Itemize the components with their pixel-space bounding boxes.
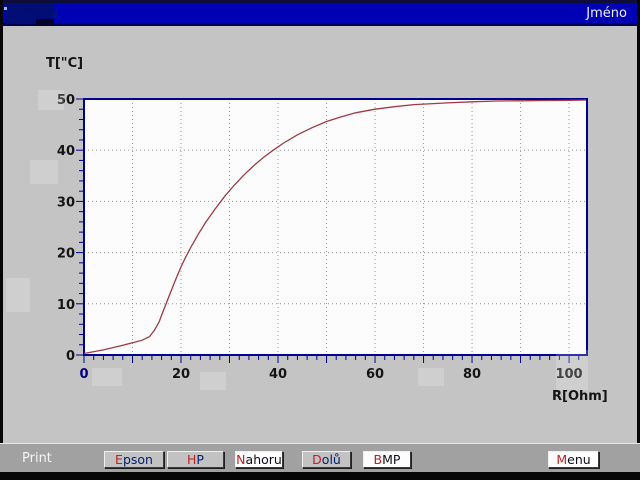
y-axis-title: T["C] <box>46 56 83 71</box>
ghost-artifact <box>38 90 64 110</box>
screen-border-left <box>0 0 3 480</box>
y-tick-label: 10 <box>57 298 75 313</box>
plot-area <box>84 99 587 355</box>
ghost-artifact <box>6 278 30 312</box>
titlebar-logo-artifact <box>4 7 7 10</box>
screen-border-bottom <box>0 471 640 480</box>
dolu-button[interactable]: Dolů <box>302 451 351 468</box>
titlebar-logo-artifact <box>53 9 58 18</box>
hp-button[interactable]: HP <box>167 451 224 468</box>
ghost-artifact <box>418 368 444 386</box>
ghost-artifact <box>200 372 226 390</box>
y-tick-label: 30 <box>57 195 75 210</box>
titlebar: Jméno <box>0 0 640 26</box>
menu-button[interactable]: Menu <box>548 451 599 468</box>
window-title: Jméno <box>586 5 627 23</box>
rt-chart: 02040608010001020304050 <box>0 0 640 480</box>
y-tick-label: 40 <box>57 144 75 159</box>
y-tick-label: 20 <box>57 247 75 262</box>
x-tick-label: 40 <box>269 367 287 382</box>
x-tick-label: 80 <box>463 367 481 382</box>
titlebar-logo-artifact <box>36 19 54 25</box>
nahoru-button[interactable]: Nahoru <box>235 451 283 468</box>
print-label: Print <box>22 451 52 466</box>
x-tick-label: 60 <box>366 367 384 382</box>
x-tick-label: 0 <box>79 367 88 382</box>
ghost-artifact <box>92 368 122 386</box>
y-tick-label: 0 <box>66 349 75 364</box>
x-tick-label: 20 <box>172 367 190 382</box>
ghost-artifact <box>556 350 588 390</box>
x-axis-title: R[Ohm] <box>552 389 608 404</box>
epson-button[interactable]: Epson <box>104 451 164 468</box>
app-screen: 02040608010001020304050 T["C] R[Ohm] Jmé… <box>0 0 640 480</box>
ghost-artifact <box>30 160 58 184</box>
bmp-button[interactable]: BMP <box>363 451 411 468</box>
